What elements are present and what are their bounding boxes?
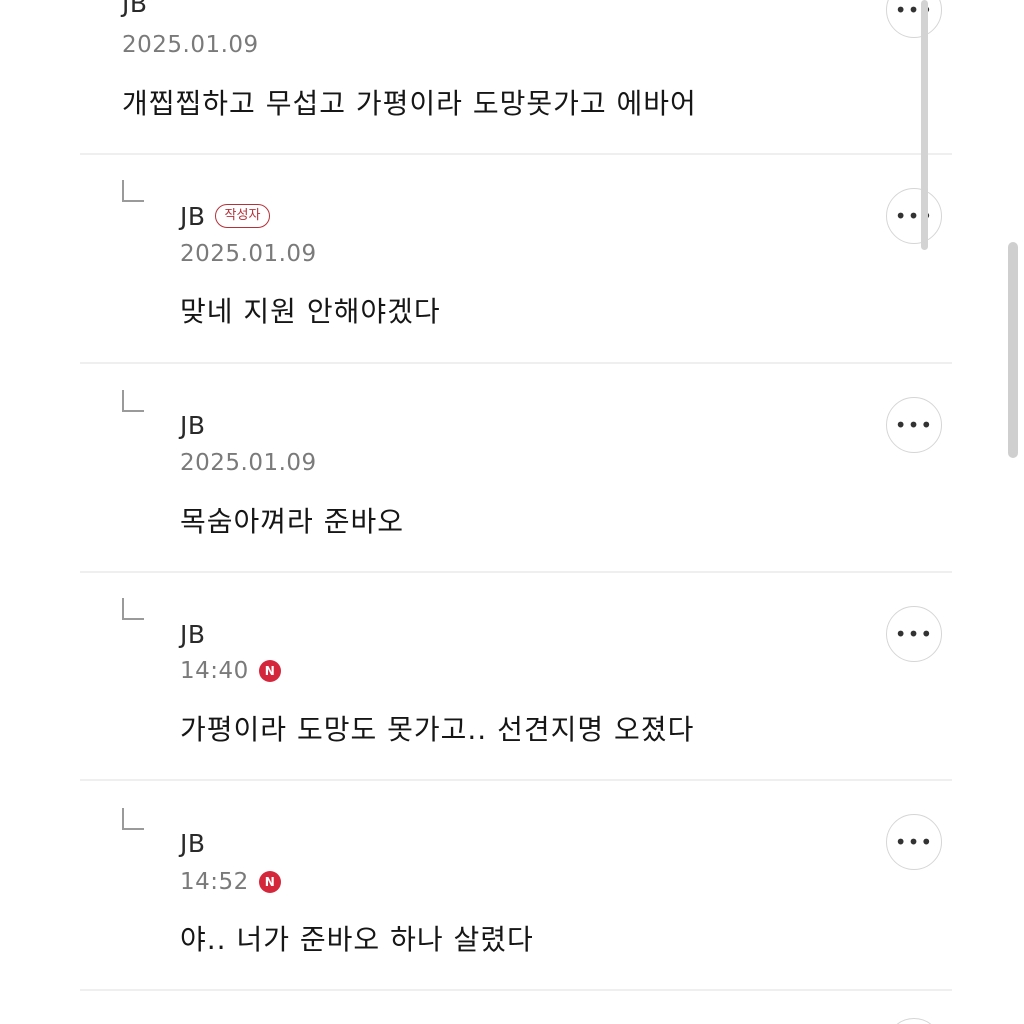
divider (80, 153, 952, 155)
new-badge: N (258, 871, 281, 893)
comment-text: 야.. 너가 준바오 하나 살렸다 (180, 923, 534, 956)
reply-arrow-icon (122, 808, 144, 830)
comment-text: 가평이라 도망도 못가고.. 선견지명 오졌다 (180, 713, 695, 746)
more-options-button[interactable]: ••• (886, 188, 942, 244)
reply-arrow-icon (122, 180, 144, 202)
more-options-button[interactable] (886, 1018, 942, 1024)
author-row: JB 작성자 (180, 199, 271, 233)
more-options-button[interactable]: ••• (886, 397, 942, 453)
inner-scrollbar[interactable] (921, 0, 928, 250)
author-row: JB (180, 617, 206, 651)
more-options-button[interactable]: ••• (886, 606, 942, 662)
more-horizontal-icon: ••• (894, 830, 934, 854)
comment-author[interactable]: JB (180, 411, 206, 440)
date-row: 2025.01.09 (180, 448, 317, 478)
more-options-button[interactable]: ••• (886, 814, 942, 870)
writer-badge: 작성자 (214, 204, 271, 228)
more-options-button[interactable]: ••• (886, 0, 942, 38)
comment-date: 2025.01.09 (122, 32, 259, 58)
reply-arrow-icon (122, 598, 144, 620)
page-scrollbar[interactable] (1008, 242, 1018, 458)
comment-text: 개찝찝하고 무섭고 가평이라 도망못가고 에바어 (122, 87, 697, 120)
comment-text: 맞네 지원 안해야겠다 (180, 295, 441, 328)
comment-author[interactable]: JB (180, 202, 206, 231)
divider (80, 779, 952, 781)
date-row: 2025.01.09 (180, 239, 317, 269)
comment-date: 14:52 (180, 869, 249, 895)
author-row: JB (180, 826, 206, 860)
comment-author[interactable]: JB (180, 620, 206, 649)
comment-date: 2025.01.09 (180, 450, 317, 476)
comment-author[interactable]: JB (180, 829, 206, 858)
date-row: 14:52 N (180, 867, 281, 897)
comment-thread: JB 2025.01.09 개찝찝하고 무섭고 가평이라 도망못가고 에바어 •… (0, 0, 1024, 1024)
divider (80, 362, 952, 364)
date-row: 2025.01.09 (122, 30, 259, 60)
date-row: 14:40 N (180, 656, 281, 686)
author-row: JB (122, 0, 148, 20)
comment-date: 2025.01.09 (180, 241, 317, 267)
comment-author[interactable]: JB (122, 0, 148, 18)
comment-text: 목숨아껴라 준바오 (180, 505, 404, 538)
more-horizontal-icon: ••• (894, 413, 934, 437)
divider (80, 571, 952, 573)
more-horizontal-icon: ••• (894, 622, 934, 646)
new-badge: N (258, 660, 281, 682)
comment-date: 14:40 (180, 658, 249, 684)
author-row: JB (180, 408, 206, 442)
reply-arrow-icon (122, 390, 144, 412)
divider (80, 989, 952, 991)
